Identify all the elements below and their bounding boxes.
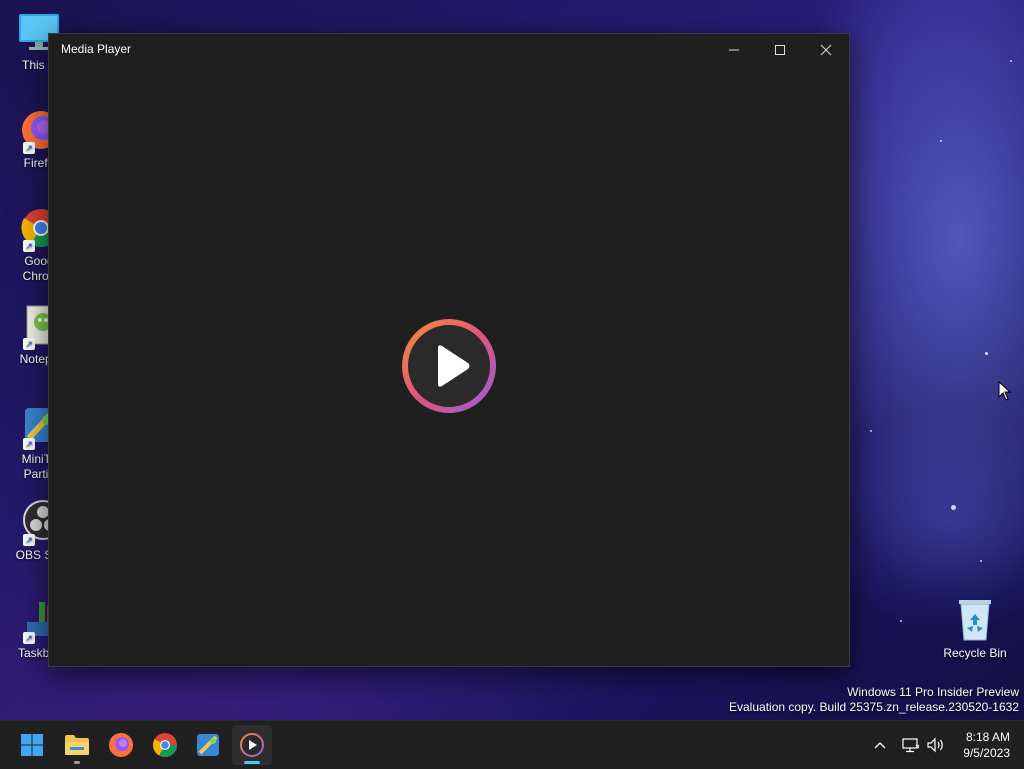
volume-button[interactable] xyxy=(924,733,948,757)
play-button[interactable] xyxy=(401,318,497,414)
play-icon xyxy=(402,319,496,413)
star xyxy=(980,560,982,562)
running-indicator xyxy=(74,761,80,764)
windows-start-icon xyxy=(21,734,43,756)
start-button[interactable] xyxy=(12,725,52,765)
chevron-up-icon xyxy=(874,742,886,749)
watermark-build: Evaluation copy. Build 25375.zn_release.… xyxy=(729,700,1019,714)
star xyxy=(940,140,942,142)
shortcut-arrow-icon: ↗ xyxy=(23,240,35,252)
taskbar: 8:18 AM 9/5/2023 xyxy=(0,720,1024,769)
maximize-button[interactable] xyxy=(757,34,803,66)
network-button[interactable] xyxy=(899,733,923,757)
mouse-cursor-icon xyxy=(998,381,1012,401)
system-clock[interactable]: 8:18 AM 9/5/2023 xyxy=(963,729,1010,761)
shortcut-arrow-icon: ↗ xyxy=(23,142,35,154)
close-icon xyxy=(820,44,832,56)
star xyxy=(951,505,956,510)
clock-date: 9/5/2023 xyxy=(963,746,1010,760)
title-bar[interactable]: Media Player xyxy=(49,34,849,66)
desktop-icon-recycle-bin[interactable]: Recycle Bin xyxy=(940,598,1010,661)
shortcut-arrow-icon: ↗ xyxy=(23,534,35,546)
taskbar-file-explorer[interactable] xyxy=(57,725,97,765)
file-explorer-icon xyxy=(65,735,89,755)
minimize-button[interactable] xyxy=(711,34,757,66)
media-player-window: Media Player xyxy=(48,33,850,667)
volume-icon xyxy=(927,737,943,753)
window-title: Media Player xyxy=(61,42,132,56)
star xyxy=(985,352,988,355)
shortcut-arrow-icon: ↗ xyxy=(23,338,35,350)
maximize-icon xyxy=(775,45,785,55)
taskbar-firefox[interactable] xyxy=(101,725,141,765)
taskbar-chrome[interactable] xyxy=(145,725,185,765)
shortcut-arrow-icon: ↗ xyxy=(23,632,35,644)
minimize-icon xyxy=(729,49,739,51)
watermark-edition: Windows 11 Pro Insider Preview xyxy=(847,685,1019,699)
windows-watermark: Windows 11 Pro Insider Preview Evaluatio… xyxy=(729,685,1019,715)
star xyxy=(900,620,902,622)
media-player-icon xyxy=(240,733,264,757)
desktop-icon-label: Recycle Bin xyxy=(943,646,1007,660)
recycle-bin-icon xyxy=(953,598,997,642)
network-icon xyxy=(902,738,920,753)
star xyxy=(870,430,872,432)
taskbar-minitool[interactable] xyxy=(188,725,228,765)
show-hidden-icons-button[interactable] xyxy=(868,733,892,757)
minitool-icon xyxy=(197,734,219,756)
clock-time: 8:18 AM xyxy=(965,730,1010,744)
firefox-icon xyxy=(109,733,133,757)
close-button[interactable] xyxy=(803,34,849,66)
shortcut-arrow-icon: ↗ xyxy=(23,438,35,450)
chrome-icon xyxy=(152,733,177,758)
active-indicator xyxy=(244,761,260,764)
taskbar-media-player[interactable] xyxy=(232,725,272,765)
star xyxy=(1010,60,1012,62)
